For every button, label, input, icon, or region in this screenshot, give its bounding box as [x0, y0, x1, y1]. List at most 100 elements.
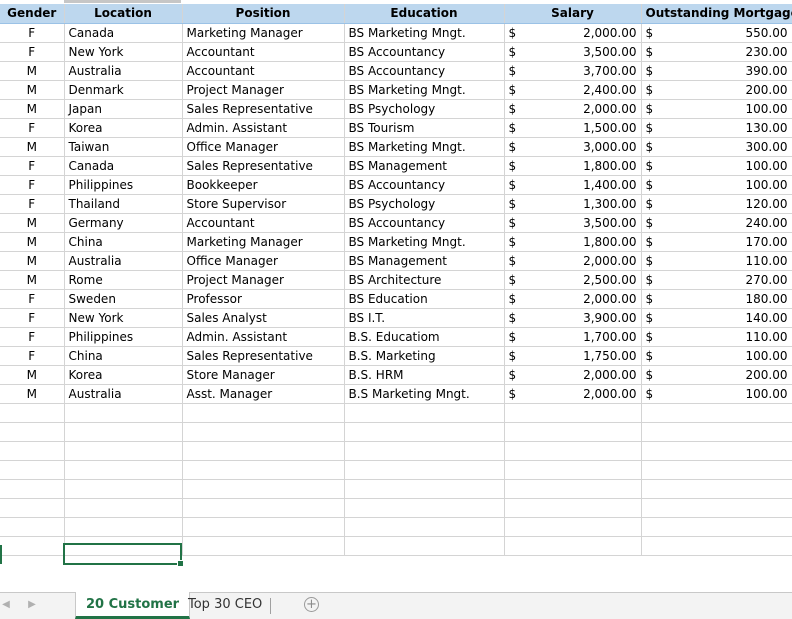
fill-handle[interactable] [177, 560, 184, 567]
cell-location[interactable]: China [64, 232, 183, 252]
empty-cell[interactable] [641, 498, 792, 518]
cell-education[interactable]: B.S. HRM [344, 365, 505, 385]
header-salary[interactable]: Salary [504, 4, 642, 24]
cell-salary[interactable]: $2,000.00 [504, 99, 642, 119]
empty-cell[interactable] [182, 403, 345, 423]
cell-position[interactable]: Sales Representative [182, 346, 345, 366]
cell-gender[interactable]: F [0, 175, 65, 195]
empty-cell[interactable] [344, 517, 505, 537]
cell-mortgage[interactable]: $110.00 [641, 251, 792, 271]
cell-mortgage[interactable]: $100.00 [641, 156, 792, 176]
empty-cell[interactable] [641, 460, 792, 480]
empty-cell[interactable] [182, 422, 345, 442]
cell-salary[interactable]: $1,800.00 [504, 232, 642, 252]
empty-cell[interactable] [182, 536, 345, 556]
cell-position[interactable]: Sales Analyst [182, 308, 345, 328]
empty-cell[interactable] [64, 536, 183, 556]
cell-gender[interactable]: F [0, 194, 65, 214]
empty-cell[interactable] [504, 422, 642, 442]
cell-salary[interactable]: $2,000.00 [504, 384, 642, 404]
cell-gender[interactable]: F [0, 346, 65, 366]
cell-salary[interactable]: $2,000.00 [504, 23, 642, 43]
cell-education[interactable]: BS Accountancy [344, 213, 505, 233]
empty-cell[interactable] [0, 517, 65, 537]
cell-mortgage[interactable]: $240.00 [641, 213, 792, 233]
empty-cell[interactable] [504, 403, 642, 423]
cell-mortgage[interactable]: $130.00 [641, 118, 792, 138]
cell-position[interactable]: Accountant [182, 61, 345, 81]
cell-salary[interactable]: $1,700.00 [504, 327, 642, 347]
empty-cell[interactable] [641, 441, 792, 461]
cell-location[interactable]: Australia [64, 61, 183, 81]
empty-cell[interactable] [344, 536, 505, 556]
cell-salary[interactable]: $3,500.00 [504, 213, 642, 233]
cell-gender[interactable]: F [0, 118, 65, 138]
empty-cell[interactable] [641, 479, 792, 499]
cell-location[interactable]: Germany [64, 213, 183, 233]
cell-location[interactable]: Korea [64, 118, 183, 138]
cell-location[interactable]: Sweden [64, 289, 183, 309]
cell-education[interactable]: BS I.T. [344, 308, 505, 328]
cell-salary[interactable]: $1,400.00 [504, 175, 642, 195]
cell-location[interactable]: Canada [64, 23, 183, 43]
empty-cell[interactable] [344, 422, 505, 442]
empty-cell[interactable] [504, 441, 642, 461]
cell-location[interactable]: China [64, 346, 183, 366]
cell-salary[interactable]: $2,000.00 [504, 289, 642, 309]
cell-position[interactable]: Professor [182, 289, 345, 309]
cell-education[interactable]: B.S Marketing Mngt. [344, 384, 505, 404]
cell-education[interactable]: BS Education [344, 289, 505, 309]
cell-salary[interactable]: $2,000.00 [504, 251, 642, 271]
empty-cell[interactable] [0, 536, 65, 556]
cell-mortgage[interactable]: $270.00 [641, 270, 792, 290]
empty-cell[interactable] [64, 460, 183, 480]
scroll-right-arrow-icon[interactable]: ▶ [26, 599, 38, 610]
cell-mortgage[interactable]: $200.00 [641, 365, 792, 385]
cell-education[interactable]: BS Marketing Mngt. [344, 137, 505, 157]
cell-position[interactable]: Store Supervisor [182, 194, 345, 214]
cell-position[interactable]: Store Manager [182, 365, 345, 385]
cell-position[interactable]: Bookkeeper [182, 175, 345, 195]
cell-mortgage[interactable]: $100.00 [641, 384, 792, 404]
cell-gender[interactable]: M [0, 251, 65, 271]
cell-gender[interactable]: F [0, 156, 65, 176]
cell-mortgage[interactable]: $100.00 [641, 175, 792, 195]
cell-education[interactable]: BS Management [344, 156, 505, 176]
cell-education[interactable]: BS Accountancy [344, 61, 505, 81]
tab-20-customer[interactable]: 20 Customer [75, 592, 191, 619]
empty-cell[interactable] [0, 460, 65, 480]
empty-cell[interactable] [0, 498, 65, 518]
cell-location[interactable]: New York [64, 308, 183, 328]
cell-salary[interactable]: $3,000.00 [504, 137, 642, 157]
cell-salary[interactable]: $2,500.00 [504, 270, 642, 290]
cell-education[interactable]: BS Marketing Mngt. [344, 80, 505, 100]
cell-location[interactable]: Philippines [64, 327, 183, 347]
add-sheet-icon[interactable]: + [304, 597, 319, 612]
empty-cell[interactable] [344, 403, 505, 423]
cell-gender[interactable]: F [0, 308, 65, 328]
cell-position[interactable]: Project Manager [182, 270, 345, 290]
scroll-left-arrow-icon[interactable]: ◀ [0, 599, 12, 610]
cell-position[interactable]: Asst. Manager [182, 384, 345, 404]
cell-gender[interactable]: M [0, 80, 65, 100]
cell-mortgage[interactable]: $100.00 [641, 346, 792, 366]
cell-education[interactable]: BS Marketing Mngt. [344, 232, 505, 252]
cell-location[interactable]: Philippines [64, 175, 183, 195]
cell-position[interactable]: Marketing Manager [182, 23, 345, 43]
spreadsheet-grid[interactable]: Gender Location Position Education Salar… [0, 0, 792, 592]
cell-position[interactable]: Marketing Manager [182, 232, 345, 252]
empty-cell[interactable] [504, 498, 642, 518]
empty-cell[interactable] [344, 460, 505, 480]
empty-cell[interactable] [182, 460, 345, 480]
cell-position[interactable]: Office Manager [182, 137, 345, 157]
empty-cell[interactable] [64, 498, 183, 518]
cell-mortgage[interactable]: $110.00 [641, 327, 792, 347]
cell-position[interactable]: Accountant [182, 42, 345, 62]
cell-position[interactable]: Project Manager [182, 80, 345, 100]
cell-position[interactable]: Accountant [182, 213, 345, 233]
cell-mortgage[interactable]: $230.00 [641, 42, 792, 62]
empty-cell[interactable] [504, 460, 642, 480]
cell-salary[interactable]: $2,000.00 [504, 365, 642, 385]
cell-education[interactable]: B.S. Educatiom [344, 327, 505, 347]
cell-salary[interactable]: $1,800.00 [504, 156, 642, 176]
